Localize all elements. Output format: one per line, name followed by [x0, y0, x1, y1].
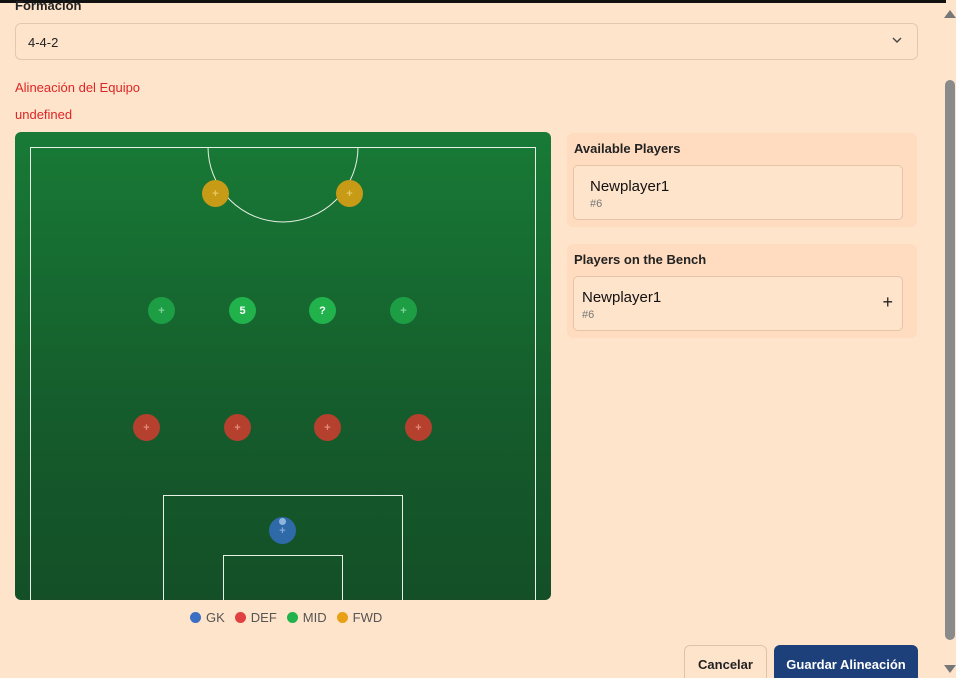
- midfielder-slot[interactable]: ?: [309, 297, 336, 324]
- legend-item-mid: MID: [286, 610, 327, 625]
- bench-player-card[interactable]: Newplayer1 #6 +: [573, 276, 903, 331]
- player-number: #6: [582, 309, 595, 321]
- bench-title: Players on the Bench: [574, 252, 707, 267]
- available-players-panel: Available Players Newplayer1 #6: [567, 133, 917, 227]
- bench-panel: Players on the Bench Newplayer1 #6 +: [567, 244, 917, 338]
- player-name: Newplayer1: [582, 289, 662, 306]
- window-top-border: [0, 0, 946, 3]
- lineup-label: Alineación del Equipo: [15, 80, 141, 95]
- defender-slot[interactable]: +: [224, 414, 251, 441]
- scroll-up-arrow-icon[interactable]: [944, 10, 956, 18]
- legend-label: MID: [302, 610, 327, 625]
- available-player-card[interactable]: Newplayer1 #6: [573, 165, 903, 220]
- vertical-scrollbar[interactable]: [943, 8, 956, 678]
- formation-label: Formación: [15, 0, 82, 13]
- scrollbar-thumb[interactable]: [945, 80, 955, 640]
- save-lineup-button[interactable]: Guardar Alineación: [774, 645, 918, 678]
- scroll-down-arrow-icon[interactable]: [944, 665, 956, 673]
- midfielder-slot[interactable]: +: [390, 297, 417, 324]
- formation-select-value: 4-4-2: [28, 35, 59, 50]
- legend-swatch-fwd: [336, 612, 348, 623]
- legend-swatch-def: [234, 612, 246, 623]
- forward-slot[interactable]: +: [336, 180, 363, 207]
- legend-label: DEF: [250, 610, 277, 625]
- defender-slot[interactable]: +: [314, 414, 341, 441]
- player-name: Newplayer1: [590, 178, 670, 195]
- legend-label: GK: [206, 610, 225, 625]
- available-players-title: Available Players: [574, 141, 681, 156]
- legend-swatch-gk: [190, 612, 201, 623]
- legend-item-gk: GK: [190, 610, 225, 625]
- legend-swatch-mid: [286, 612, 298, 623]
- position-legend: GK DEF MID FWD: [190, 610, 382, 625]
- defender-slot[interactable]: +: [133, 414, 160, 441]
- cancel-button[interactable]: Cancelar: [684, 645, 767, 678]
- chevron-down-icon: [892, 37, 902, 43]
- soccer-pitch: + + + 5 ? + + + + + +: [15, 132, 551, 600]
- error-text: undefined: [15, 107, 73, 122]
- midfielder-slot[interactable]: 5: [229, 297, 256, 324]
- legend-item-fwd: FWD: [336, 610, 383, 625]
- legend-label: FWD: [352, 610, 383, 625]
- forward-slot[interactable]: +: [202, 180, 229, 207]
- player-number: #6: [590, 198, 603, 210]
- goalkeeper-indicator-dot: [279, 518, 286, 525]
- add-to-lineup-icon[interactable]: +: [882, 293, 893, 311]
- defender-slot[interactable]: +: [405, 414, 432, 441]
- midfielder-slot[interactable]: +: [148, 297, 175, 324]
- legend-item-def: DEF: [234, 610, 277, 625]
- formation-select[interactable]: 4-4-2: [15, 23, 918, 60]
